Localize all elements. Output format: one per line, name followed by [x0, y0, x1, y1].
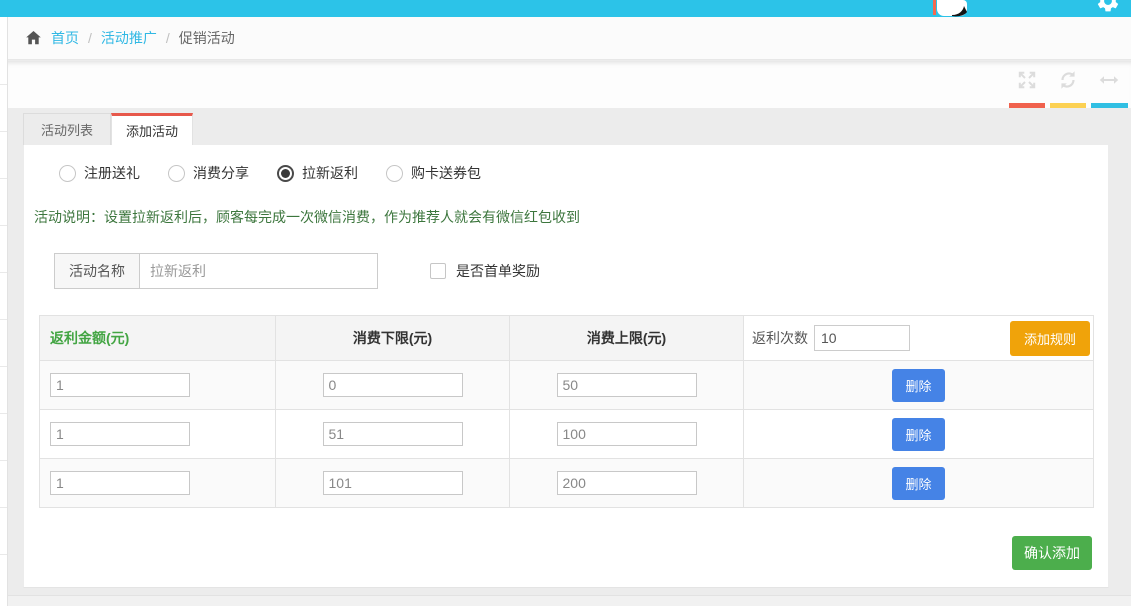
home-icon[interactable] — [25, 30, 42, 46]
confirm-add-button[interactable]: 确认添加 — [1012, 536, 1092, 570]
underline-bar-cyan — [1091, 103, 1128, 108]
radio-label: 注册送礼 — [84, 163, 140, 183]
table-header-row: 返利金额(元) 消费下限(元) 消费上限(元) 返利次数 添加规则 — [40, 316, 1094, 361]
header-lower-limit: 消费下限(元) — [276, 316, 510, 361]
rebate-rules-table: 返利金额(元) 消费下限(元) 消费上限(元) 返利次数 添加规则 — [39, 315, 1094, 508]
table-row: 删除 — [40, 410, 1094, 459]
activity-name-row: 活动名称 是否首单奖励 — [54, 253, 540, 289]
underline-bar-red — [1009, 103, 1045, 108]
sidebar-collapsed-edge — [0, 17, 8, 606]
radio-label: 消费分享 — [193, 163, 249, 183]
promotion-card: 活动列表 添加活动 注册送礼 消费分享 拉新返利 购卡送券包 活动说明：设置拉 — [23, 113, 1109, 588]
delete-rule-button[interactable]: 删除 — [892, 418, 944, 451]
first-order-reward-option[interactable]: 是否首单奖励 — [430, 261, 540, 281]
radio-buy-card-coupon[interactable]: 购卡送券包 — [386, 163, 481, 183]
activity-name-label: 活动名称 — [54, 253, 140, 289]
underline-bar-yellow — [1050, 103, 1086, 108]
breadcrumb-link-home[interactable]: 首页 — [51, 28, 79, 48]
table-row: 删除 — [40, 361, 1094, 410]
rebate-times-label: 返利次数 — [752, 328, 808, 348]
panel-toolbar — [8, 61, 1131, 108]
chat-bubble-icon[interactable] — [933, 0, 967, 17]
breadcrumb-current-page: 促销活动 — [179, 28, 235, 48]
radio-label: 购卡送券包 — [411, 163, 481, 183]
tab-add-activity[interactable]: 添加活动 — [111, 113, 193, 145]
breadcrumb: 首页 / 活动推广 / 促销活动 — [8, 17, 1131, 60]
delete-rule-button[interactable]: 删除 — [892, 369, 944, 402]
activity-type-radio-group: 注册送礼 消费分享 拉新返利 购卡送券包 — [59, 163, 481, 183]
radio-icon — [59, 165, 76, 182]
upper-limit-input[interactable] — [557, 373, 697, 397]
radio-label: 拉新返利 — [302, 163, 358, 183]
checkbox-label: 是否首单奖励 — [456, 261, 540, 281]
activity-name-input[interactable] — [140, 253, 378, 289]
radio-icon-selected — [277, 165, 294, 182]
radio-new-user-rebate[interactable]: 拉新返利 — [277, 163, 358, 183]
radio-register-gift[interactable]: 注册送礼 — [59, 163, 140, 183]
breadcrumb-separator: / — [166, 30, 170, 46]
radio-icon — [168, 165, 185, 182]
activity-description: 活动说明：设置拉新返利后，顾客每完成一次微信消费，作为推荐人就会有微信红包收到 — [34, 207, 580, 227]
refresh-icon[interactable] — [1057, 69, 1079, 91]
radio-icon — [386, 165, 403, 182]
add-rule-button[interactable]: 添加规则 — [1010, 321, 1090, 356]
activity-name-group: 活动名称 — [54, 253, 378, 289]
add-activity-panel: 注册送礼 消费分享 拉新返利 购卡送券包 活动说明：设置拉新返利后，顾客每完成一… — [23, 145, 1109, 588]
checkbox-icon — [430, 263, 446, 279]
lower-limit-input[interactable] — [323, 373, 463, 397]
lower-limit-input[interactable] — [323, 422, 463, 446]
tab-activity-list[interactable]: 活动列表 — [23, 113, 111, 145]
footer-strip — [8, 595, 1131, 606]
header-actions-cell: 返利次数 添加规则 — [744, 316, 1094, 361]
resize-horizontal-icon[interactable] — [1098, 69, 1120, 91]
rebate-amount-input[interactable] — [50, 471, 190, 495]
tab-bar: 活动列表 添加活动 — [23, 113, 1109, 145]
rebate-times-input[interactable] — [814, 325, 910, 351]
header-upper-limit: 消费上限(元) — [510, 316, 744, 361]
upper-limit-input[interactable] — [557, 422, 697, 446]
rebate-amount-input[interactable] — [50, 422, 190, 446]
gear-icon[interactable] — [1095, 0, 1121, 14]
header-rebate-amount: 返利金额(元) — [40, 316, 276, 361]
upper-limit-input[interactable] — [557, 471, 697, 495]
radio-consume-share[interactable]: 消费分享 — [168, 163, 249, 183]
delete-rule-button[interactable]: 删除 — [892, 467, 944, 500]
top-navbar — [0, 0, 1131, 17]
fullscreen-expand-icon[interactable] — [1016, 69, 1038, 91]
table-row: 删除 — [40, 459, 1094, 508]
breadcrumb-separator: / — [88, 30, 92, 46]
breadcrumb-link-activity-promotion[interactable]: 活动推广 — [101, 28, 157, 48]
rebate-amount-input[interactable] — [50, 373, 190, 397]
lower-limit-input[interactable] — [323, 471, 463, 495]
